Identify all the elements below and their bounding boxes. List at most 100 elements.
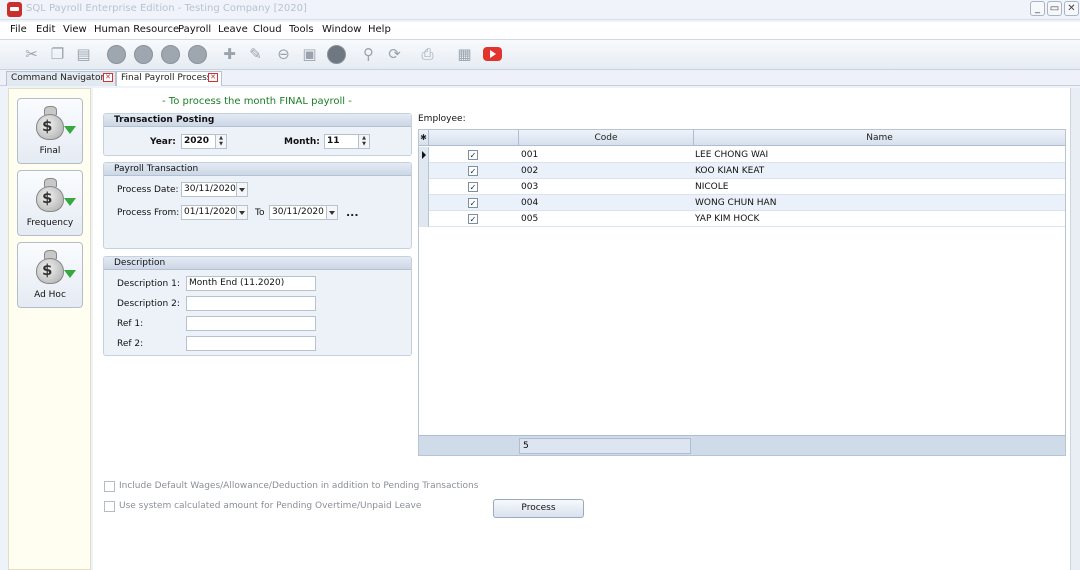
cancel-icon[interactable] <box>327 45 346 64</box>
process-from-label: Process From: <box>117 208 180 218</box>
spin-arrows-icon[interactable]: ▲ ▼ <box>215 135 226 148</box>
close-tab-icon[interactable]: ✕ <box>208 73 218 82</box>
include-default-wages-checkbox[interactable] <box>104 481 115 492</box>
process-to-value: 30/11/2020 <box>272 207 324 217</box>
dropdown-arrow-icon[interactable] <box>236 183 247 196</box>
refresh-icon[interactable]: ⟳ <box>385 45 404 64</box>
year-stepper[interactable]: 2020 ▲ ▼ <box>181 134 227 149</box>
dropdown-arrow-icon[interactable] <box>326 206 337 219</box>
menu-bar: File Edit View Human Resource Payroll Le… <box>0 22 1080 40</box>
process-navigator: $ Final $ Frequency $ Ad Hoc <box>8 88 91 570</box>
spin-arrows-icon[interactable]: ▲ ▼ <box>358 135 369 148</box>
money-bag-icon: $ <box>34 104 76 140</box>
description-2-input[interactable] <box>186 296 316 311</box>
menu-window[interactable]: Window <box>322 24 361 35</box>
edit-icon[interactable]: ✎ <box>246 45 265 64</box>
use-system-amount-checkbox[interactable] <box>104 501 115 512</box>
toolbar: ✂ ❐ ▤ ✚ ✎ ⊖ ▣ ⚲ ⟳ ⎙ ▦ <box>0 40 1080 70</box>
use-system-amount-label: Use system calculated amount for Pending… <box>119 501 422 511</box>
close-button[interactable]: ✕ <box>1064 1 1079 16</box>
month-stepper[interactable]: 11 ▲ ▼ <box>324 134 370 149</box>
last-record-icon[interactable] <box>188 45 207 64</box>
cut-icon[interactable]: ✂ <box>22 45 41 64</box>
menu-human-resource[interactable]: Human Resource <box>94 24 179 35</box>
preview-icon[interactable]: ▦ <box>455 45 474 64</box>
close-tab-icon[interactable]: ✕ <box>103 73 113 82</box>
menu-file[interactable]: File <box>10 24 27 35</box>
nav-adhoc-button[interactable]: $ Ad Hoc <box>17 242 83 308</box>
tab-label: Command Navigator <box>11 73 105 83</box>
ref-2-input[interactable] <box>186 336 316 351</box>
more-button[interactable]: ... <box>346 206 359 219</box>
search-icon[interactable]: ⚲ <box>359 45 378 64</box>
tab-command-navigator[interactable]: Command Navigator <box>6 71 116 86</box>
restore-button[interactable]: ▭ <box>1047 1 1062 16</box>
process-date-value: 30/11/2020 <box>184 184 236 194</box>
table-row[interactable]: ✓ 004 WONG CHUN HAN <box>419 195 1065 211</box>
menu-tools[interactable]: Tools <box>289 24 314 35</box>
payroll-transaction-group: Payroll Transaction <box>103 162 412 249</box>
new-icon[interactable]: ✚ <box>220 45 239 64</box>
check-column-header[interactable] <box>429 130 519 146</box>
to-label: To <box>255 208 265 218</box>
description-1-input[interactable]: Month End (11.2020) <box>186 276 316 291</box>
menu-cloud[interactable]: Cloud <box>253 24 282 35</box>
employee-count: 5 <box>519 438 691 454</box>
dropdown-arrow-icon[interactable] <box>236 206 247 219</box>
process-from-field[interactable]: 01/11/2020 <box>181 205 248 220</box>
employee-grid: ✱ Code Name ✓ 001 LEE CHONG WAI ✓ 002 KO… <box>418 129 1066 456</box>
employee-code: 005 <box>521 214 539 224</box>
employee-code: 003 <box>521 182 539 192</box>
select-all-icon[interactable]: ✱ <box>419 130 429 146</box>
app-logo-icon <box>7 2 22 17</box>
employee-code: 001 <box>521 150 539 160</box>
process-button[interactable]: Process <box>493 499 584 518</box>
menu-view[interactable]: View <box>63 24 87 35</box>
window-title: SQL Payroll Enterprise Edition - Testing… <box>26 3 307 14</box>
paste-icon[interactable]: ▤ <box>74 45 93 64</box>
group-title: Transaction Posting <box>104 114 411 127</box>
table-row[interactable]: ✓ 001 LEE CHONG WAI <box>419 147 1065 163</box>
first-record-icon[interactable] <box>107 45 126 64</box>
menu-payroll[interactable]: Payroll <box>178 24 211 35</box>
menu-leave[interactable]: Leave <box>218 24 248 35</box>
row-checkbox[interactable]: ✓ <box>468 214 478 224</box>
employee-name: LEE CHONG WAI <box>695 150 769 160</box>
ref-2-label: Ref 2: <box>117 339 144 349</box>
group-title: Payroll Transaction <box>104 163 411 176</box>
description-2-label: Description 2: <box>117 299 180 309</box>
employee-code: 002 <box>521 166 539 176</box>
menu-edit[interactable]: Edit <box>36 24 55 35</box>
nav-label: Frequency <box>26 218 74 228</box>
grid-footer: 5 <box>419 435 1065 455</box>
prior-record-icon[interactable] <box>134 45 153 64</box>
table-row[interactable]: ✓ 005 YAP KIM HOCK <box>419 211 1065 227</box>
code-column-header[interactable]: Code <box>519 130 694 146</box>
nav-final-button[interactable]: $ Final <box>17 98 83 164</box>
menu-help[interactable]: Help <box>368 24 391 35</box>
name-column-header[interactable]: Name <box>694 130 1065 146</box>
copy-icon[interactable]: ❐ <box>48 45 67 64</box>
employee-name: WONG CHUN HAN <box>695 198 777 208</box>
minimize-button[interactable]: _ <box>1030 1 1045 16</box>
vertical-scrollbar[interactable] <box>1070 88 1080 570</box>
row-checkbox[interactable]: ✓ <box>468 182 478 192</box>
process-from-value: 01/11/2020 <box>184 207 236 217</box>
row-checkbox[interactable]: ✓ <box>468 150 478 160</box>
row-checkbox[interactable]: ✓ <box>468 166 478 176</box>
process-date-field[interactable]: 30/11/2020 <box>181 182 248 197</box>
ref-1-input[interactable] <box>186 316 316 331</box>
row-checkbox[interactable]: ✓ <box>468 198 478 208</box>
nav-frequency-button[interactable]: $ Frequency <box>17 170 83 236</box>
table-row[interactable]: ✓ 002 KOO KIAN KEAT <box>419 163 1065 179</box>
process-to-field[interactable]: 30/11/2020 <box>269 205 338 220</box>
nav-label: Final <box>39 146 61 156</box>
tab-final-payroll-process[interactable]: Final Payroll Process <box>116 71 222 86</box>
print-icon[interactable]: ⎙ <box>418 45 437 64</box>
table-row[interactable]: ✓ 003 NICOLE <box>419 179 1065 195</box>
row-indicator <box>419 163 429 179</box>
youtube-icon[interactable] <box>483 47 502 61</box>
delete-icon[interactable]: ⊖ <box>274 45 293 64</box>
next-record-icon[interactable] <box>161 45 180 64</box>
save-icon[interactable]: ▣ <box>300 45 319 64</box>
